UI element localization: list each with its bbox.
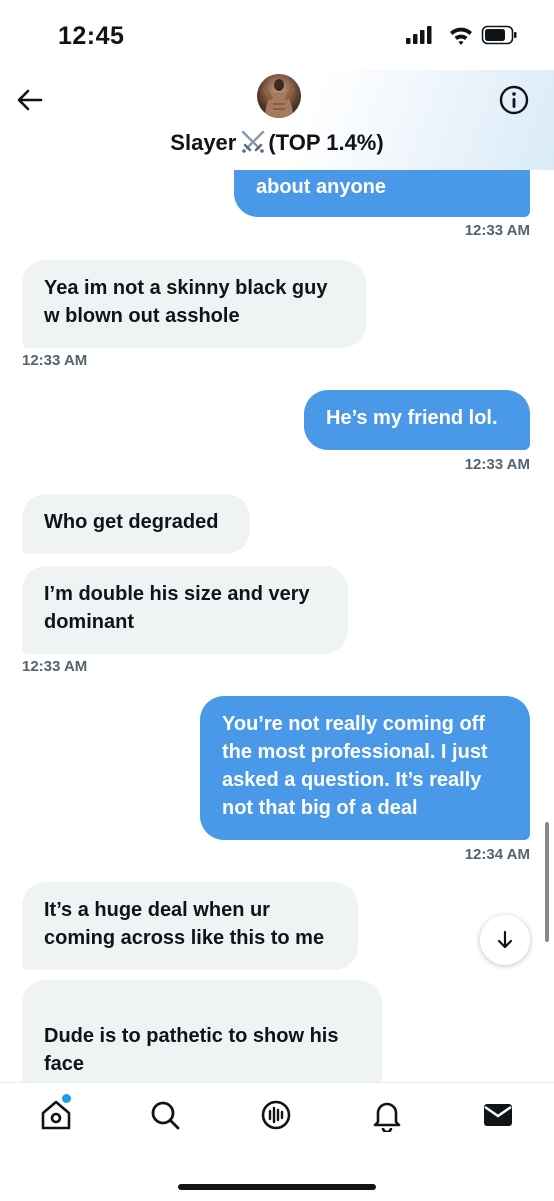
cellular-signal-icon [406,26,432,44]
search-icon [151,1101,180,1130]
contact-display-name: Slayer [170,130,237,155]
message-text: about anyone [256,176,387,198]
message-bubble-sent[interactable]: about anyone [234,170,530,217]
home-icon [41,1100,71,1130]
message-bubble-received[interactable]: Yea im not a skinny black guy w blown ou… [22,260,366,348]
info-icon [499,85,529,115]
message-bubble-sent[interactable]: He’s my friend lol. [304,390,530,450]
contact-avatar[interactable] [257,74,301,118]
message-text: You’re not really coming off the most pr… [222,713,488,819]
arrow-down-icon [497,930,513,949]
message-bubble-received[interactable]: I’m double his size and very dominant [22,566,348,654]
battery-icon [481,25,517,45]
message-text: Yea im not a skinny black guy w blown ou… [44,277,328,327]
contact-badge: (TOP 1.4%) [268,130,384,155]
message-timestamp: 12:33 AM [22,352,88,369]
message-text: Dude is to pathetic to show his face I h… [44,1025,339,1082]
home-indicator [178,1184,376,1190]
message-bubble-received[interactable]: It’s a huge deal when ur coming across l… [22,882,358,970]
message-bubble-sent[interactable]: You’re not really coming off the most pr… [200,696,530,840]
crossed-swords-icon [240,130,266,160]
info-button[interactable] [498,84,530,116]
back-button[interactable] [14,84,46,116]
message-timestamp: 12:33 AM [464,456,530,473]
conversation-header: Slayer (TOP 1.4%) [0,70,554,170]
contact-name[interactable]: Slayer (TOP 1.4%) [0,130,554,160]
envelope-icon [484,1104,512,1126]
wifi-icon [450,27,472,45]
message-text: I’m double his size and very dominant [44,583,310,633]
arrow-left-icon [17,89,43,111]
scroll-to-bottom-button[interactable] [480,915,530,965]
message-thread[interactable]: about anyone 12:33 AM Yea im not a skinn… [0,170,554,1082]
spaces-icon [261,1100,291,1130]
status-bar: 12:45 [0,0,554,70]
message-bubble-received[interactable]: Dude is to pathetic to show his face I h… [22,980,382,1082]
status-icons [406,25,517,45]
message-text: He’s my friend lol. [326,407,498,429]
tab-messages[interactable] [480,1097,516,1133]
tab-search[interactable] [147,1097,183,1133]
tab-notifications[interactable] [369,1097,405,1133]
bell-icon [373,1102,401,1132]
tab-spaces[interactable] [258,1097,294,1133]
message-text: Who get degraded [44,511,219,533]
message-timestamp: 12:33 AM [22,658,88,675]
message-timestamp: 12:33 AM [464,222,530,239]
message-timestamp: 12:34 AM [464,846,530,863]
message-bubble-received[interactable]: Who get degraded [22,494,250,554]
home-notification-dot [62,1094,71,1103]
avatar-image [263,79,295,118]
clock: 12:45 [58,22,125,50]
scrollbar[interactable] [545,822,549,942]
message-text: It’s a huge deal when ur coming across l… [44,899,325,949]
